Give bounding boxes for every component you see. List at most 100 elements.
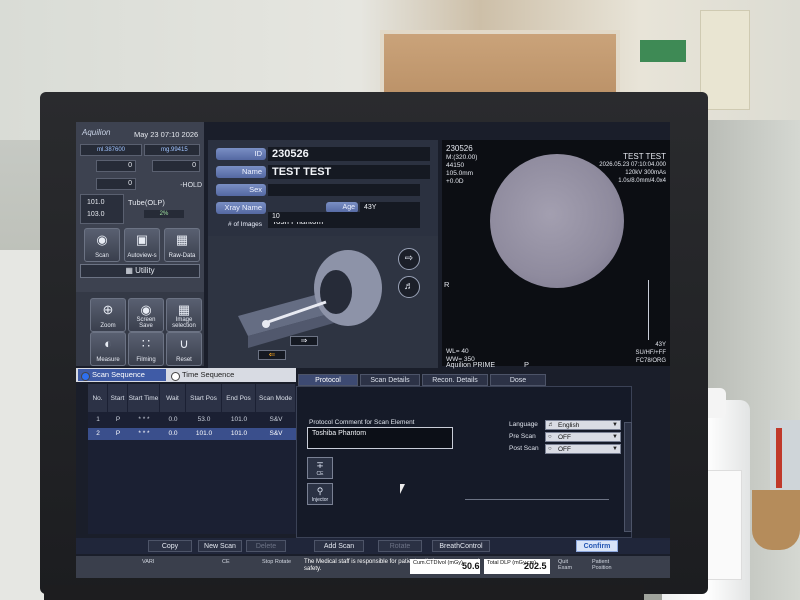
- tab-recon-details[interactable]: Recon. Details: [422, 374, 488, 386]
- cell-start-time: * * *: [138, 416, 150, 423]
- scan-label: Scan: [95, 253, 109, 259]
- field-a: 0: [96, 160, 136, 172]
- protocol-comment-field[interactable]: Toshiba Phantom: [307, 427, 453, 449]
- viewer-system: Aquilion PRIME: [446, 362, 496, 369]
- confirm-button[interactable]: Confirm: [576, 540, 618, 552]
- ctdi-value: 50.6: [462, 561, 480, 571]
- post-scan-select[interactable]: ○ OFF ▼: [545, 444, 621, 454]
- rotate-button[interactable]: Rotate: [378, 540, 422, 552]
- action-bar: Copy New Scan Delete Add Scan Rotate Bre…: [76, 538, 670, 554]
- image-selection-button[interactable]: ▦ Image selection: [166, 298, 202, 332]
- copy-button[interactable]: Copy: [148, 540, 192, 552]
- zoom-button[interactable]: ⊕ Zoom: [90, 298, 126, 332]
- delete-button[interactable]: Delete: [246, 540, 286, 552]
- speech-icon: ○: [548, 434, 552, 440]
- patient-sex: [268, 184, 420, 196]
- filming-label: Filming: [136, 357, 156, 363]
- new-scan-button[interactable]: New Scan: [198, 540, 242, 552]
- patient-name: TEST TEST: [268, 165, 430, 179]
- chevron-down-icon: ▼: [612, 446, 618, 452]
- hold-indicator: -HOLD: [180, 182, 202, 189]
- tab-dose[interactable]: Dose: [490, 374, 546, 386]
- exit-sign: [640, 40, 686, 62]
- images-label: # of Images: [228, 221, 262, 228]
- rawdata-button[interactable]: ▦ Raw-Data: [164, 228, 200, 262]
- cell-no: 2: [96, 430, 100, 437]
- viewer-age: 43Y: [655, 342, 666, 348]
- image-viewer[interactable]: 230526 M:(320.00) 44150 105.0mm +0.0D TE…: [442, 140, 670, 369]
- protocol-panel: Protocol Comment for Scan Element Toshib…: [296, 386, 632, 538]
- add-scan-button[interactable]: Add Scan: [314, 540, 364, 552]
- viewer-id: 230526: [446, 144, 473, 153]
- utility-button[interactable]: ▦ Utility: [80, 264, 200, 278]
- protocol-comment-title: Protocol Comment for Scan Element: [309, 419, 415, 426]
- screen-save-button[interactable]: ◉ Screen Save: [128, 298, 164, 332]
- tab-protocol[interactable]: Protocol: [298, 374, 358, 386]
- autoview-label: Autoview-s: [127, 253, 157, 259]
- scan-icon: ◉: [96, 232, 108, 247]
- utility-icon: ▦: [125, 266, 136, 275]
- protocol-scrollbar[interactable]: [624, 422, 632, 532]
- tab-scan-details[interactable]: Scan Details: [360, 374, 420, 386]
- quit-exam-button[interactable]: Quit Exam: [558, 559, 582, 571]
- col-header-wait: Wait: [160, 384, 186, 412]
- image-tools-panel: ⊕ Zoom ◉ Screen Save ▦ Image selection ◐…: [76, 292, 204, 366]
- cell-start-time: * * *: [138, 430, 150, 437]
- voice-button[interactable]: ♬: [398, 276, 420, 298]
- id-label: ID: [216, 148, 266, 160]
- stop-rotate-button[interactable]: Stop Rotate: [262, 559, 292, 565]
- brand-logo: Aquilion: [82, 128, 111, 137]
- injector-label: Injector: [311, 497, 329, 503]
- arrow-left-icon: ⇐: [268, 350, 276, 359]
- status-bar: VARI CE Stop Rotate The Medical staff is…: [76, 556, 670, 578]
- cell-start: P: [115, 416, 121, 423]
- ce-button[interactable]: ∓ CE: [307, 457, 333, 479]
- injector-button[interactable]: ⚲ Injector: [307, 483, 333, 505]
- viewer-line4: 105.0mm: [446, 170, 474, 177]
- cell-end-pos: 101.0: [230, 430, 248, 437]
- col-header-start-time: Start Time: [128, 384, 160, 412]
- cell-end-pos: 101.0: [230, 416, 248, 423]
- tab-scan-sequence[interactable]: Scan Sequence: [78, 369, 166, 381]
- move-in-button[interactable]: ⇨: [398, 248, 420, 270]
- viewer-m: M:(320.00): [446, 154, 478, 161]
- cell-no: 1: [96, 416, 100, 423]
- tab-time-sequence[interactable]: Time Sequence: [168, 369, 258, 381]
- dlp-value: 202.5: [524, 561, 547, 571]
- bowl: [752, 490, 800, 550]
- arrow-right-icon: ⇒: [300, 336, 308, 345]
- pre-scan-select[interactable]: ○ OFF ▼: [545, 432, 621, 442]
- cell-start-pos: 53.0: [197, 416, 211, 423]
- image-count: 10: [268, 212, 420, 222]
- counter-ml: ml.387600: [80, 144, 142, 156]
- table-row[interactable]: 2 P * * * 0.0 101.0 101.0 S&V: [88, 428, 296, 440]
- ct-console-screen: Aquilion May 23 07:10 2026 ml.387600 mg.…: [76, 122, 670, 578]
- reset-icon: ∪: [179, 336, 189, 351]
- tube-values: 101.0 103.0: [80, 194, 124, 224]
- reset-button[interactable]: ∪ Reset: [166, 332, 202, 366]
- viewer-slice: 1.0s/8.0mm/4.0x4: [618, 178, 666, 184]
- autoview-button[interactable]: ▣ Autoview-s: [124, 228, 160, 262]
- breath-control-button[interactable]: BreathControl: [432, 540, 490, 552]
- couch-in-button[interactable]: ⇒: [290, 336, 318, 346]
- cell-wait: 0.0: [168, 430, 178, 437]
- filming-button[interactable]: ∷ Filming: [128, 332, 164, 366]
- screen-save-label: Screen Save: [136, 317, 156, 329]
- viewer-line3: 44150: [446, 162, 465, 169]
- viewer-kv: 120kV 300mAs: [625, 170, 666, 176]
- cell-wait: 0.0: [168, 416, 178, 423]
- chevron-down-icon: ▼: [612, 422, 618, 428]
- language-select[interactable]: ♬ English ▼: [545, 420, 621, 430]
- patient-position-button[interactable]: Patient Position: [592, 559, 626, 571]
- table-row[interactable]: 1 P * * * 0.0 53.0 101.0 S&V: [88, 414, 296, 426]
- measure-button[interactable]: ◐ Measure: [90, 332, 126, 366]
- rawdata-label: Raw-Data: [168, 253, 196, 259]
- couch-out-button[interactable]: ⇐: [258, 350, 286, 360]
- cell-start: P: [115, 430, 121, 437]
- patient-id: 230526: [268, 147, 430, 161]
- protocol-tabs: Protocol Scan Details Recon. Details Dos…: [298, 374, 628, 386]
- scan-button[interactable]: ◉ Scan: [84, 228, 120, 262]
- col-header-scan-mode: Scan Mode: [256, 384, 296, 412]
- viewer-name: TEST TEST: [623, 152, 666, 161]
- rawdata-icon: ▦: [175, 232, 189, 247]
